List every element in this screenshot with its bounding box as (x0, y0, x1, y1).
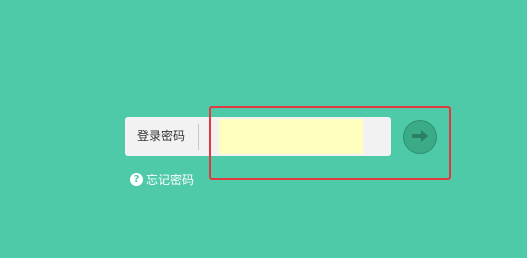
password-input[interactable] (219, 119, 363, 154)
forgot-password-link[interactable]: ? 忘记密码 (130, 171, 194, 188)
arrow-right-icon (411, 128, 429, 147)
login-panel: 登录密码 (125, 117, 391, 156)
forgot-password-label: 忘记密码 (146, 173, 195, 187)
question-circle-icon: ? (130, 173, 143, 186)
label-divider (198, 124, 199, 150)
submit-button[interactable] (403, 120, 437, 154)
password-label: 登录密码 (136, 129, 185, 143)
